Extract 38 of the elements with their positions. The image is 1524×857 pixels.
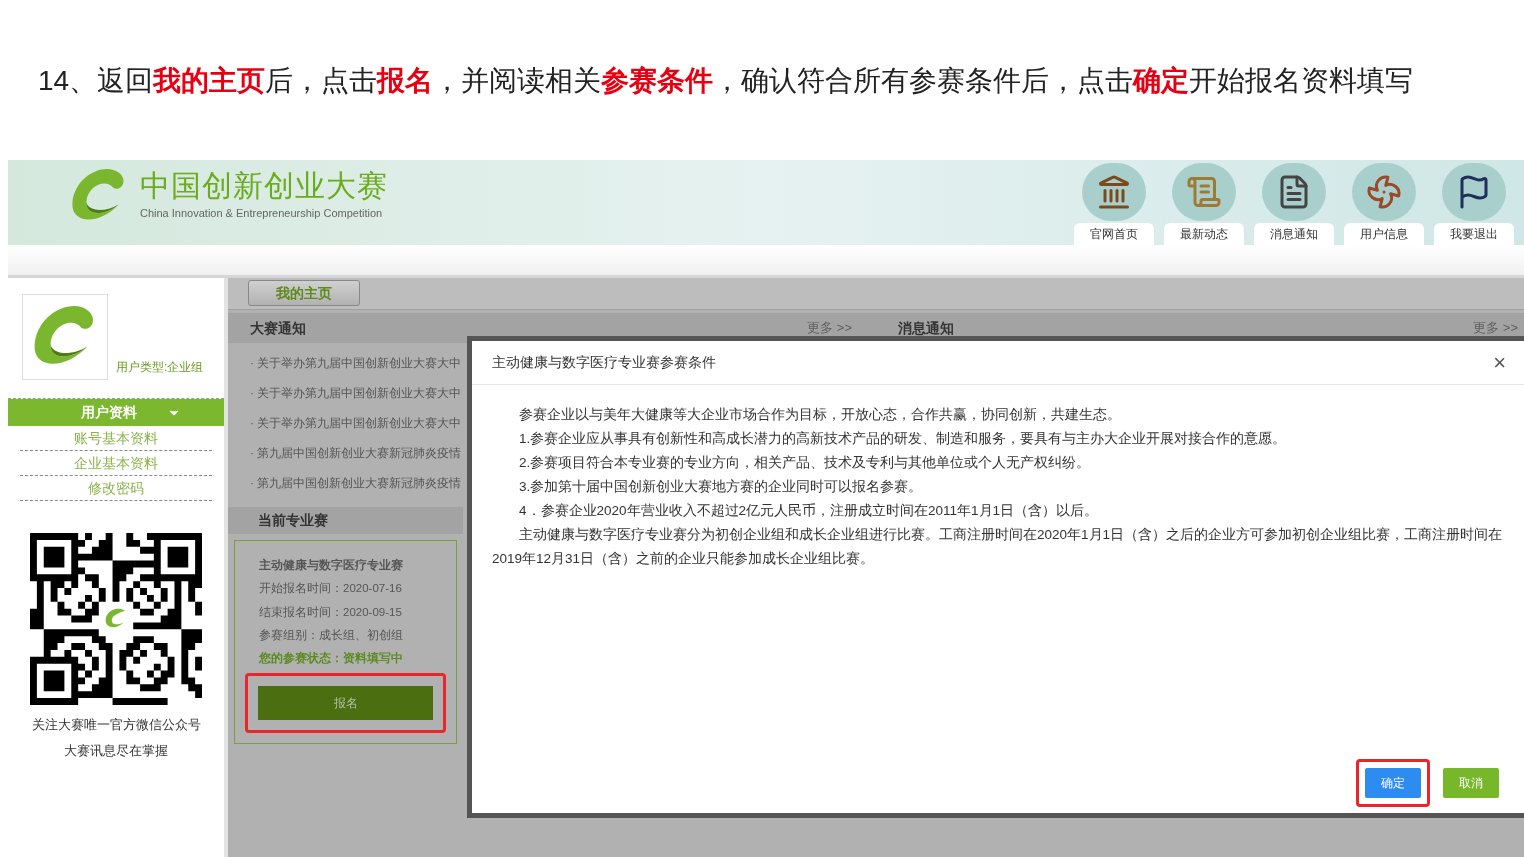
nav-link[interactable]: 我要退出 [1434, 223, 1514, 245]
home-tab[interactable]: 我的主页 [248, 280, 360, 306]
menu-item[interactable]: 修改密码 [20, 476, 212, 501]
contest-name: 主动健康与数字医疗专业赛 [259, 557, 404, 573]
nav-link[interactable]: 消息通知 [1254, 223, 1334, 245]
condition-paragraph: 主动健康与数字医疗专业赛分为初创企业组和成长企业组进行比赛。工商注册时间在2020年1月1日（含）之后的企业方可参加初创企业组比赛，工商注册时间在2019年12月31日（含）之前的企业只能参加成长企业组比赛。 [492, 526, 1504, 568]
confirm-button[interactable]: 确定 [1365, 768, 1421, 798]
more-link[interactable]: 更多 >> [1473, 318, 1518, 338]
section-title: 大赛通知 [250, 318, 306, 338]
contest-info: 参赛组别：成长组、初创组 [259, 627, 404, 643]
cancel-button[interactable]: 取消 [1443, 768, 1499, 798]
more-link[interactable]: 更多 >> [807, 318, 852, 338]
user-type: 用户类型:企业组 [116, 359, 204, 376]
temple-icon[interactable] [1082, 163, 1146, 221]
nav-link[interactable]: 官网首页 [1074, 223, 1154, 245]
contest-info: 开始报名时间：2020-07-16 [259, 581, 403, 597]
qr-caption: 关注大赛唯一官方微信公众号 [31, 716, 201, 734]
menu-item[interactable]: 企业基本资料 [20, 451, 212, 476]
qr-caption: 大赛讯息尽在掌握 [64, 741, 168, 760]
nav-link[interactable]: 用户信息 [1344, 223, 1424, 245]
close-button[interactable]: × [1493, 351, 1506, 374]
condition-paragraph: 2.参赛项目符合本专业赛的专业方向，相关产品、技术及专利与其他单位或个人无产权纠纷。 [518, 454, 1092, 472]
menu-header[interactable]: 用户资料 [8, 399, 224, 426]
contest-status: 您的参赛状态：资料填写中 [259, 650, 404, 666]
nav-link[interactable]: 最新动态 [1164, 223, 1244, 245]
dialog-title: 主动健康与数字医疗专业赛参赛条件 [492, 353, 716, 372]
section-title: 当前专业赛 [258, 511, 328, 530]
section-title: 消息通知 [898, 318, 954, 338]
instruction-text: 14、返回我的主页后，点击报名，并阅读相关参赛条件，确认符合所有参赛条件后，点击确定开始报名资料填写 [38, 64, 1415, 98]
site-subtitle: China Innovation & Entrepreneurship Competition [140, 205, 384, 221]
condition-paragraph: 1.参赛企业应从事具有创新性和高成长潜力的高新技术产品的研发、制造和服务，要具有与主办大企业开展对接合作的意愿。 [518, 430, 1288, 448]
contest-info: 结束报名时间：2020-09-15 [259, 604, 403, 620]
menu-item[interactable]: 账号基本资料 [20, 426, 212, 451]
condition-paragraph: 4．参赛企业2020年营业收入不超过2亿元人民币，注册成立时间在2011年1月1日（含）以后。 [518, 502, 1100, 520]
signup-button[interactable]: 报名 [258, 686, 433, 721]
condition-paragraph: 3.参加第十届中国创新创业大赛地方赛的企业同时可以报名参赛。 [518, 478, 924, 496]
site-title: 中国创新创业大赛 [140, 170, 388, 201]
condition-paragraph: 参赛企业以与美年大健康等大企业市场合作为目标，开放心态，合作共赢，协同创新，共建生态。 [518, 406, 1122, 424]
